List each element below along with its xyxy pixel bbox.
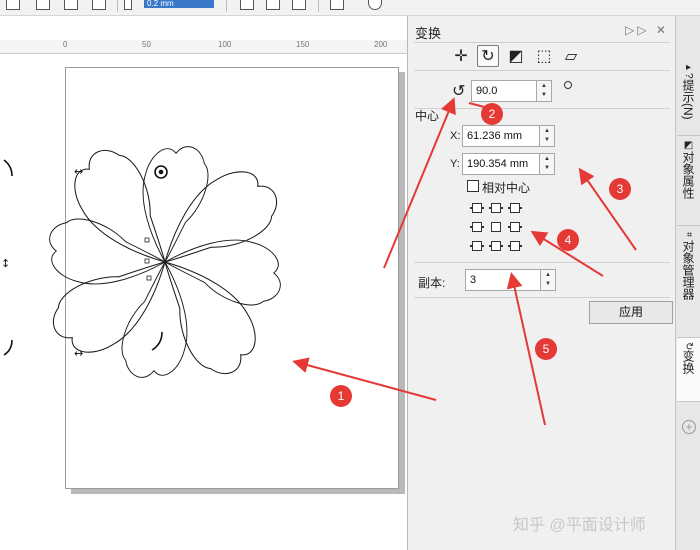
copies-input[interactable]: 3 [465, 269, 541, 291]
apply-button[interactable]: 应用 [589, 301, 673, 324]
anchor-top-left[interactable] [470, 203, 484, 213]
center-x-spinner[interactable] [540, 125, 555, 147]
divider [414, 70, 670, 71]
relative-center-checkbox[interactable] [467, 180, 479, 192]
anchor-bottom-left[interactable] [470, 241, 484, 251]
y-label: Y: [450, 158, 460, 170]
anchor-middle-left[interactable] [470, 222, 484, 232]
scale-handle-horizontal: ↔ [74, 347, 83, 360]
copies-spinner[interactable] [541, 269, 556, 291]
tab-transform-label: 变换 [681, 350, 695, 375]
relative-center-label[interactable]: 相对中心 [482, 179, 530, 196]
petal-path [52, 261, 166, 353]
rotate-handle-bottom-left [3, 339, 13, 356]
scale-handle-horizontal: ↔ [74, 165, 83, 178]
petal-path [164, 261, 256, 375]
degree-symbol [564, 81, 572, 89]
scale-handle-vertical: ↕ [1, 257, 10, 270]
node-handles[interactable] [144, 237, 152, 281]
flower-drawing[interactable]: ↔ ↔ ↕ [0, 0, 407, 550]
rotation-angle-input[interactable]: 90.0 [471, 80, 537, 102]
divider [414, 297, 670, 298]
tab-object-manager-label: 对象管理器 [681, 240, 695, 300]
divider [414, 42, 670, 43]
x-label: X: [450, 130, 461, 142]
annotation-badge-4: 4 [557, 229, 579, 251]
add-docker-icon[interactable]: + [682, 420, 696, 434]
move-tool-icon[interactable]: ✛ [450, 45, 472, 67]
center-label: 中心 [415, 109, 440, 123]
center-y-spinner[interactable] [540, 153, 555, 175]
annotation-badge-3: 3 [609, 178, 631, 200]
copies-label: 副本: [418, 276, 446, 290]
annotation-badge-2: 2 [481, 103, 503, 125]
petal-path [49, 218, 166, 285]
rotation-center-dot [158, 169, 164, 175]
divider [414, 262, 670, 263]
node-handle [146, 275, 152, 281]
scale-handles[interactable]: ↔ ↔ ↕ [1, 165, 83, 360]
tab-object-properties-label: 对象属性 [681, 151, 695, 199]
center-x-input[interactable]: 61.236 mm [462, 125, 540, 147]
center-y-input[interactable]: 190.354 mm [462, 153, 540, 175]
scale-mirror-tool-icon[interactable]: ◩ [505, 45, 527, 67]
anchor-bottom-center[interactable] [489, 241, 503, 251]
anchor-bottom-right[interactable] [508, 241, 522, 251]
docker-title: 变换 [415, 26, 442, 41]
anchor-middle-right[interactable] [508, 222, 522, 232]
node-handle [144, 258, 150, 264]
annotation-badge-5: 5 [535, 338, 557, 360]
app-window: 0.2 mm 0 50 100 150 200 ↔ ↔ ↕ 变换 ▷▷ ✕ ✛ … [0, 0, 700, 550]
tab-object-properties[interactable]: ◩ 对象属性 [677, 136, 700, 226]
rotation-angle-spinner[interactable] [537, 80, 552, 102]
divider [414, 108, 670, 109]
rotate-tool-icon[interactable]: ↻ [477, 45, 499, 67]
anchor-top-right[interactable] [508, 203, 522, 213]
rotate-angle-icon: ↺ [452, 83, 466, 100]
object-manager-icon: ⌗ [683, 230, 695, 240]
node-handle [144, 237, 150, 243]
anchor-top-center[interactable] [489, 203, 503, 213]
properties-icon: ◩ [683, 140, 694, 151]
anchor-center[interactable] [491, 222, 501, 232]
rotate-handle-top-left [3, 159, 13, 177]
petal-path [164, 239, 281, 306]
watermark-text: 知乎 @平面设计师 [513, 517, 646, 534]
petal-path [74, 149, 166, 263]
rotate-handle-bottom-right [151, 331, 163, 351]
tab-hints[interactable]: ▸? 提示(N) [677, 58, 700, 136]
docker-controls[interactable]: ▷▷ ✕ [625, 23, 669, 37]
petal-path [142, 146, 209, 263]
petal-path [121, 261, 188, 378]
rotate-handles[interactable] [3, 159, 168, 356]
skew-tool-icon[interactable]: ▱ [560, 45, 582, 67]
annotation-badge-1: 1 [330, 385, 352, 407]
hint-icon: ▸? [683, 62, 694, 79]
tab-object-manager[interactable]: ⌗ 对象管理器 [677, 226, 700, 338]
docker-tab-strip: ▸? 提示(N) ◩ 对象属性 ⌗ 对象管理器 ↻ 变换 + [675, 16, 700, 550]
size-tool-icon[interactable]: ⬚ [533, 45, 555, 67]
tab-hints-label: 提示(N) [681, 78, 695, 120]
tab-transform[interactable]: ↻ 变换 [677, 338, 700, 402]
